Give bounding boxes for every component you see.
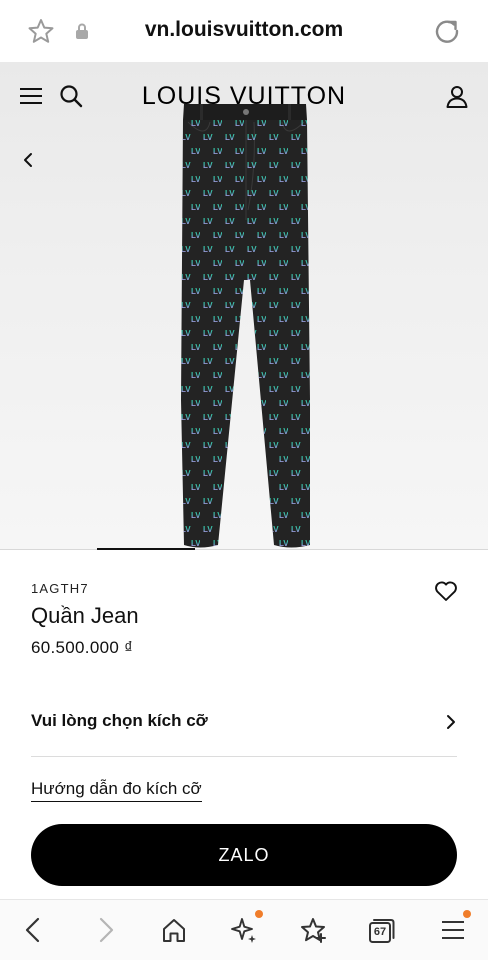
gallery-progress-indicator: [97, 548, 195, 550]
home-icon[interactable]: [160, 916, 188, 944]
ai-sparkle-icon[interactable]: [230, 916, 258, 944]
browser-url-bar: vn.louisvuitton.com: [0, 0, 488, 62]
browser-bottom-bar: 67: [0, 899, 488, 960]
product-price: 60.500.000 ₫: [31, 638, 134, 657]
tab-count: 67: [373, 926, 387, 938]
product-sku: 1AGTH7: [31, 581, 89, 596]
chevron-right-icon: [447, 715, 455, 729]
size-selector-label: Vui lòng chọn kích cỡ: [31, 711, 208, 730]
size-guide-link[interactable]: Hướng dẫn đo kích cỡ: [31, 779, 202, 802]
brand-logo[interactable]: LOUIS VUITTON: [0, 82, 488, 111]
size-selector[interactable]: Vui lòng chọn kích cỡ: [31, 703, 457, 743]
denim-jeans-monogram-image: LV LV: [181, 104, 310, 548]
reload-icon[interactable]: [433, 17, 461, 45]
url-text[interactable]: vn.louisvuitton.com: [0, 18, 488, 42]
product-name: Quần Jean: [31, 603, 139, 628]
tabs-icon[interactable]: 67: [368, 916, 396, 944]
favorites-star-icon[interactable]: [299, 916, 327, 944]
chevron-left-icon[interactable]: [20, 150, 36, 170]
heart-outline-icon[interactable]: [434, 580, 458, 602]
menu-icon[interactable]: [439, 916, 467, 944]
gallery-progress-track: [0, 549, 488, 550]
forward-arrow-icon[interactable]: [91, 916, 119, 944]
product-gallery[interactable]: LOUIS VUITTON LV LV: [0, 62, 488, 549]
notification-dot: [463, 910, 471, 918]
notification-dot: [255, 910, 263, 918]
back-arrow-icon[interactable]: [20, 916, 48, 944]
zalo-button[interactable]: ZALO: [31, 824, 457, 886]
divider: [31, 756, 457, 757]
